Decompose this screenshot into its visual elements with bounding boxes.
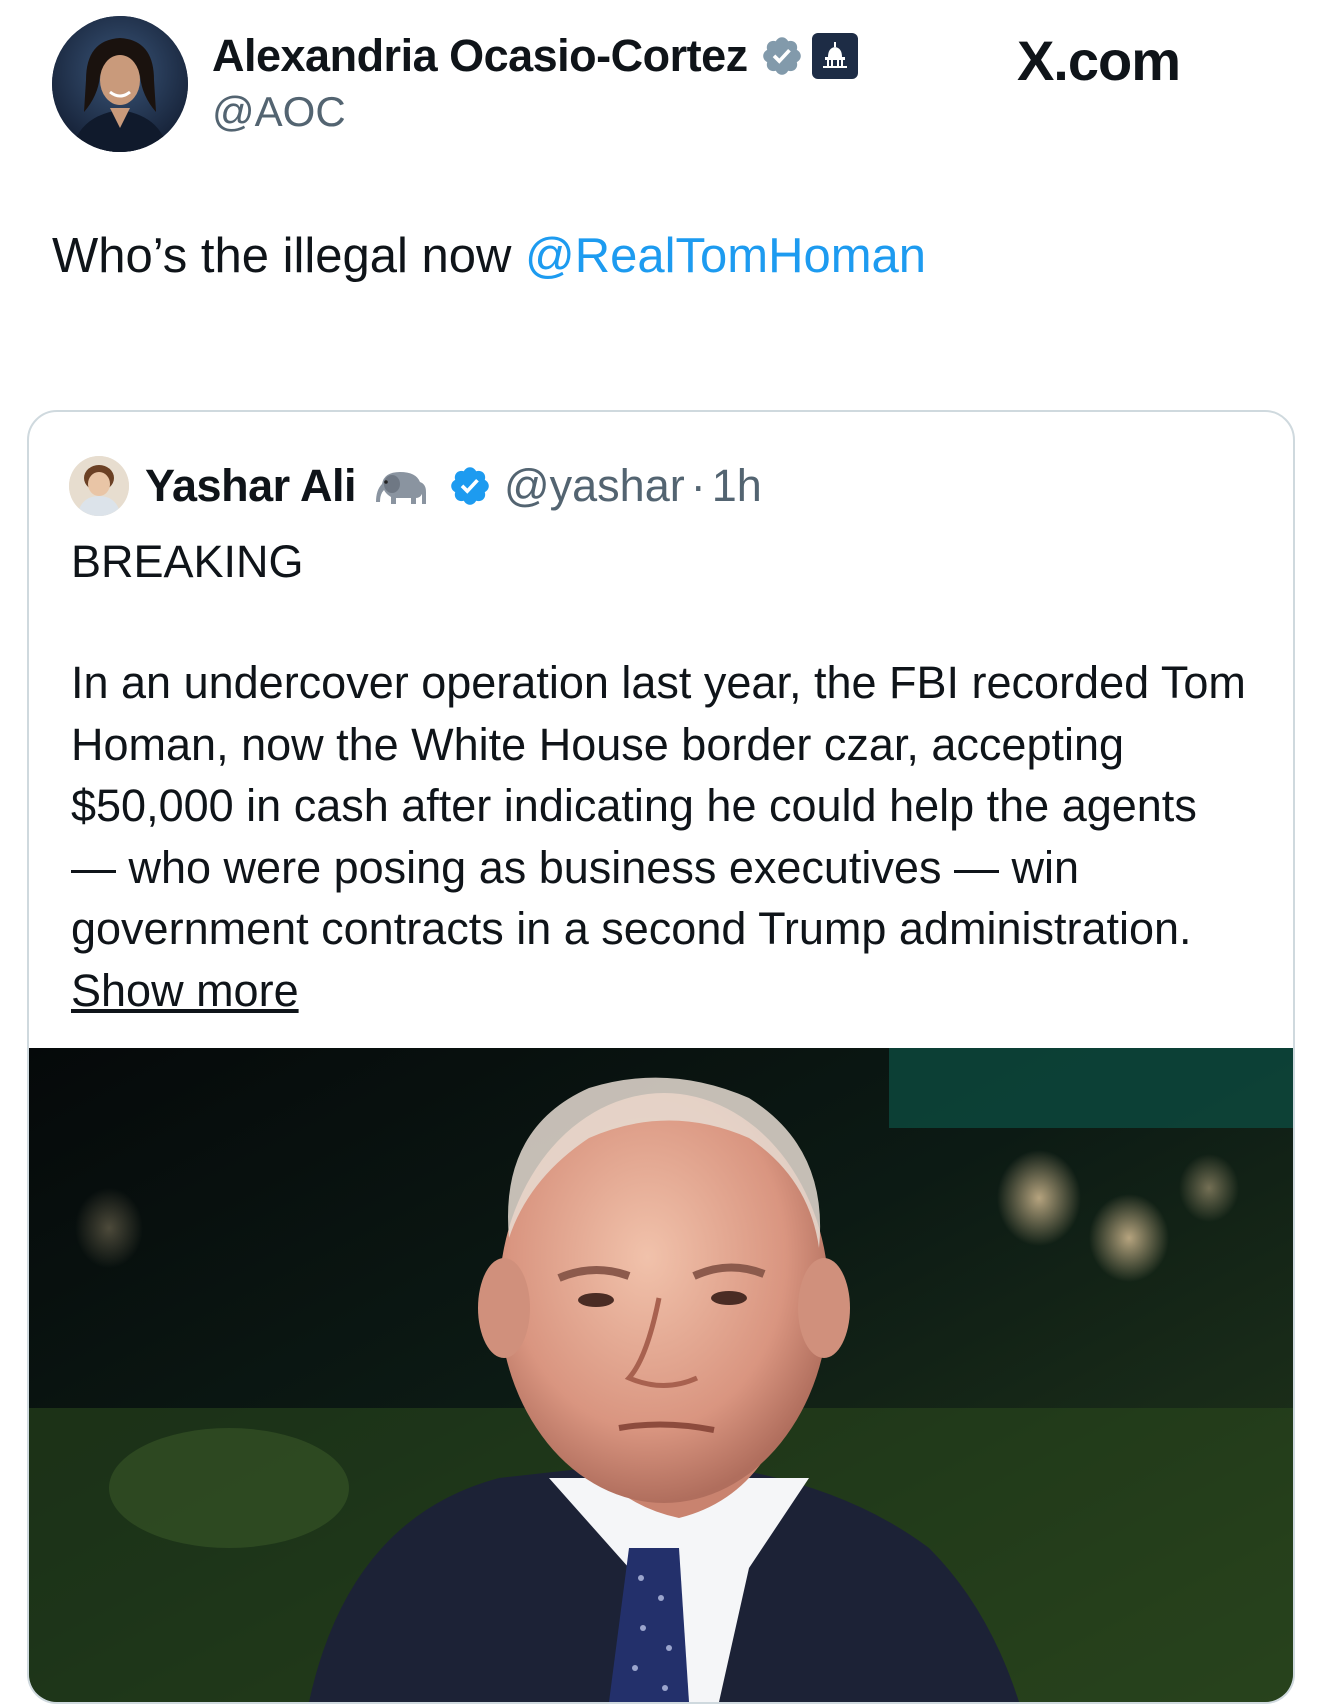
quoted-author-name[interactable]: Yashar Ali bbox=[145, 460, 356, 512]
quoted-author-avatar[interactable] bbox=[69, 456, 129, 516]
quoted-headline: BREAKING bbox=[71, 536, 304, 587]
quoted-body-text: In an undercover operation last year, th… bbox=[71, 657, 1246, 954]
tweet-text: Who’s the illegal now @RealTomHoman bbox=[52, 228, 926, 284]
quoted-tweet-card[interactable]: Yashar Ali @yashar · 1h BREAKING In an u… bbox=[27, 410, 1295, 1704]
author-name[interactable]: Alexandria Ocasio-Cortez bbox=[212, 30, 748, 82]
quoted-tweet-photo[interactable] bbox=[29, 1048, 1293, 1702]
author-name-row: Alexandria Ocasio-Cortez bbox=[212, 28, 858, 84]
elephant-icon bbox=[372, 466, 430, 506]
author-avatar[interactable] bbox=[52, 16, 188, 152]
quoted-timestamp[interactable]: 1h bbox=[712, 460, 762, 512]
show-more-link[interactable]: Show more bbox=[71, 965, 299, 1016]
tweet-text-body: Who’s the illegal now bbox=[52, 229, 526, 283]
header-separator: · bbox=[690, 460, 706, 511]
author-info: Alexandria Ocasio-Cortez @AOC bbox=[212, 28, 858, 136]
mention-link[interactable]: @RealTomHoman bbox=[525, 229, 926, 283]
verified-badge-grey-icon[interactable] bbox=[760, 34, 804, 78]
quoted-body: In an undercover operation last year, th… bbox=[71, 652, 1251, 1021]
verified-badge-blue-icon[interactable] bbox=[448, 464, 492, 508]
author-handle[interactable]: @AOC bbox=[212, 88, 858, 136]
capitol-dome-badge-icon[interactable] bbox=[811, 33, 858, 79]
quoted-author-handle[interactable]: @yashar bbox=[504, 460, 685, 512]
quoted-tweet-header: Yashar Ali @yashar · 1h bbox=[69, 454, 762, 518]
site-label: X.com bbox=[1016, 29, 1181, 92]
